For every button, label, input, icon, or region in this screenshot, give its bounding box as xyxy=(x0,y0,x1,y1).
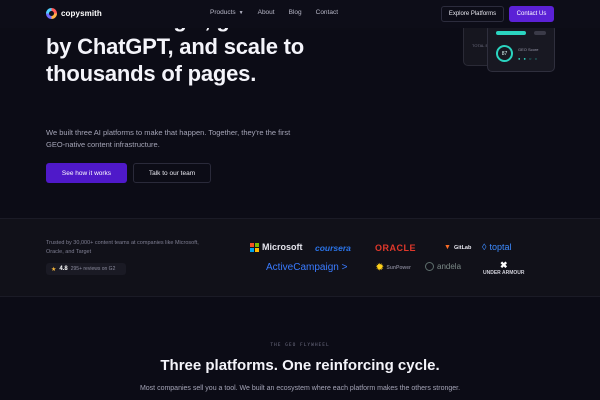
trust-band xyxy=(0,218,600,297)
toptal-logo: ◊ toptal xyxy=(482,242,511,252)
andela-wordmark: andela xyxy=(437,262,462,271)
coursera-logo: coursera xyxy=(315,243,351,253)
hero-subtitle: We built three AI platforms to make that… xyxy=(46,128,291,149)
gitlab-wordmark: GitLab xyxy=(453,244,472,251)
under-armour-icon: ✖ xyxy=(499,260,508,270)
star-icon: ★ xyxy=(51,266,57,273)
activecampaign-logo: ActiveCampaign > xyxy=(266,262,348,273)
nav-links: Products ▼ About Blog Contact xyxy=(210,9,338,16)
sun-icon: ✹ xyxy=(376,262,384,272)
chevron-down-icon: ▼ xyxy=(238,9,244,16)
nav-link-blog[interactable]: Blog xyxy=(289,9,302,16)
mockup-dots: ● ● ○ ○ xyxy=(518,56,538,61)
andela-logo: andela xyxy=(425,262,461,271)
sunpower-logo: ✹ SunPower xyxy=(376,262,411,273)
andela-icon xyxy=(425,262,434,271)
nav-link-products[interactable]: Products ▼ xyxy=(210,9,244,16)
brand-name: copysmith xyxy=(61,9,102,18)
gitlab-fox-icon: ▼ xyxy=(444,244,451,251)
g2-rating-badge[interactable]: ★ 4.8 295+ reviews on G2 xyxy=(46,263,126,275)
nav-link-about[interactable]: About xyxy=(258,9,275,16)
oracle-logo: ORACLE xyxy=(375,243,416,253)
nav-link-contact[interactable]: Contact xyxy=(316,9,338,16)
under-armour-logo: ✖ UNDER ARMOUR xyxy=(483,260,525,277)
toptal-wordmark: toptal xyxy=(489,242,512,252)
microsoft-logo: Microsoft xyxy=(250,242,303,252)
geo-score-label: GEO Score xyxy=(518,47,539,52)
contact-us-button[interactable]: Contact Us xyxy=(509,6,554,22)
see-how-it-works-button[interactable]: See how it works xyxy=(46,163,127,183)
under-armour-wordmark: UNDER ARMOUR xyxy=(483,270,525,276)
explore-platforms-button[interactable]: Explore Platforms xyxy=(441,6,504,22)
mockup-chip xyxy=(534,31,546,35)
trust-statement: Trusted by 30,000+ content teams at comp… xyxy=(46,240,199,255)
section-subtitle: Most companies sell you a tool. We built… xyxy=(139,385,461,392)
geo-score-ring: 87 xyxy=(496,45,513,62)
copysmith-logo-icon xyxy=(46,8,57,19)
microsoft-wordmark: Microsoft xyxy=(262,242,303,252)
microsoft-icon xyxy=(250,242,259,252)
section-title: Three platforms. One reinforcing cycle. xyxy=(160,357,440,374)
nav-link-products-label: Products xyxy=(210,9,236,16)
rating-score: 4.8 xyxy=(59,266,68,272)
top-navigation: copysmith Products ▼ About Blog Contact … xyxy=(0,0,600,28)
gitlab-logo: ▼ GitLab xyxy=(444,244,471,251)
rating-reviews: 295+ reviews on G2 xyxy=(70,266,116,272)
dashboard-mockup-front: 87 GEO Score ● ● ○ ○ xyxy=(487,24,555,72)
toptal-icon: ◊ xyxy=(482,242,487,252)
mockup-progress-bar xyxy=(496,31,526,35)
talk-to-team-button[interactable]: Talk to our team xyxy=(133,163,211,183)
section-kicker: THE GEO FLYWHEEL xyxy=(270,343,330,348)
sunpower-wordmark: SunPower xyxy=(386,264,411,271)
brand-logo[interactable]: copysmith xyxy=(46,8,102,19)
